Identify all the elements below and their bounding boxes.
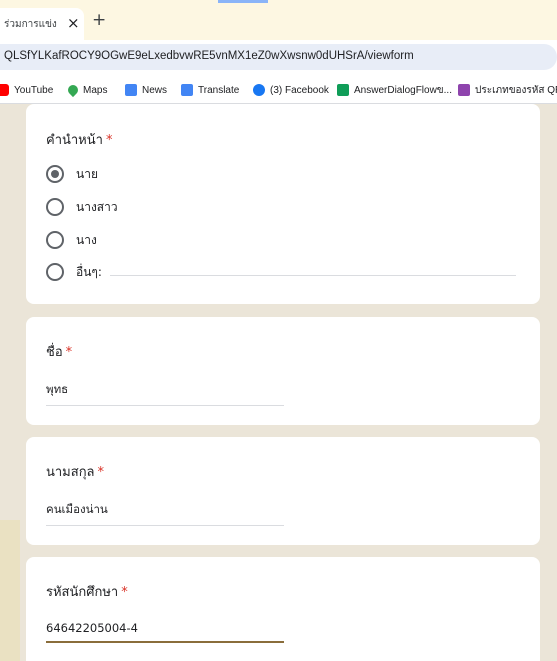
- radio-option-other[interactable]: อื่นๆ:: [46, 262, 102, 282]
- radio-option-mr[interactable]: นาย: [46, 164, 98, 184]
- bookmark-answerdialogflow[interactable]: AnswerDialogFlowข...: [337, 82, 452, 98]
- question-card-student-id: รหัสนักศึกษา * 64642205004-4: [26, 557, 540, 661]
- bookmark-news[interactable]: News: [125, 82, 167, 98]
- required-marker: *: [121, 585, 128, 600]
- student-id-input[interactable]: 64642205004-4: [46, 621, 284, 643]
- bookmark-label: News: [142, 84, 168, 96]
- radio-option-mrs[interactable]: นาง: [46, 230, 97, 250]
- plus-square-icon: [337, 84, 349, 96]
- question-title: คำนำหน้า *: [46, 133, 113, 148]
- left-edge-highlight: [0, 520, 20, 661]
- tab-title: ร่วมการแข่ง: [4, 19, 57, 30]
- question-title: รหัสนักศึกษา *: [46, 585, 128, 600]
- close-tab-icon[interactable]: ×: [67, 14, 80, 32]
- question-card-last-name: นามสกุล * คนเมืองน่าน: [26, 437, 540, 545]
- other-text-input[interactable]: [110, 275, 516, 276]
- radio-checked-icon[interactable]: [46, 165, 64, 183]
- bookmark-label: ประเภทของรหัส QR |: [475, 84, 557, 96]
- tab-strip: ร่วมการแข่ง × +: [0, 0, 557, 40]
- radio-unchecked-icon[interactable]: [46, 231, 64, 249]
- bookmark-youtube[interactable]: YouTube: [0, 82, 53, 98]
- bookmark-label: Translate: [198, 84, 240, 96]
- translate-icon: [181, 84, 193, 96]
- qr-icon: [458, 84, 470, 96]
- url-text: QLSfYLKafROCY9OGwE9eLxedbvwRE5vnMX1eZ0wX…: [4, 50, 414, 62]
- address-bar[interactable]: QLSfYLKafROCY9OGwE9eLxedbvwRE5vnMX1eZ0wX…: [0, 44, 557, 70]
- bookmark-label: AnswerDialogFlowข...: [354, 84, 452, 96]
- question-title: ชื่อ *: [46, 345, 73, 360]
- news-icon: [125, 84, 137, 96]
- required-marker: *: [105, 133, 113, 148]
- required-marker: *: [65, 345, 73, 360]
- radio-option-miss[interactable]: นางสาว: [46, 197, 118, 217]
- radio-label: นางสาว: [76, 199, 118, 214]
- bookmark-translate[interactable]: Translate: [181, 82, 239, 98]
- browser-tab[interactable]: ร่วมการแข่ง ×: [0, 8, 84, 40]
- bookmark-label: YouTube: [14, 84, 54, 96]
- bookmark-label: (3) Facebook: [270, 84, 329, 96]
- radio-label: นาง: [76, 232, 97, 247]
- question-title: นามสกุล *: [46, 465, 105, 480]
- form-page: คำนำหน้า * นาย นางสาว นาง อื่นๆ: ชื่อ * พุ…: [0, 104, 557, 661]
- radio-label: อื่นๆ:: [76, 264, 102, 279]
- last-name-input[interactable]: คนเมืองน่าน: [46, 501, 284, 526]
- new-tab-button[interactable]: +: [92, 10, 106, 30]
- bookmark-qr-types[interactable]: ประเภทของรหัส QR |: [458, 82, 557, 98]
- radio-unchecked-icon[interactable]: [46, 263, 64, 281]
- radio-unchecked-icon[interactable]: [46, 198, 64, 216]
- youtube-icon: [0, 84, 9, 96]
- bookmark-label: Maps: [83, 84, 108, 96]
- bookmarks-bar: YouTube Maps News Translate (3) Facebook…: [0, 74, 557, 104]
- facebook-icon: [253, 84, 265, 96]
- radio-label: นาย: [76, 166, 98, 181]
- question-card-first-name: ชื่อ * พุทธ: [26, 317, 540, 425]
- question-card-prefix: คำนำหน้า * นาย นางสาว นาง อื่นๆ:: [26, 104, 540, 304]
- tab-strip-accent: [218, 0, 268, 3]
- bookmark-facebook[interactable]: (3) Facebook: [253, 82, 329, 98]
- address-bar-row: QLSfYLKafROCY9OGwE9eLxedbvwRE5vnMX1eZ0wX…: [0, 40, 557, 74]
- map-pin-icon: [65, 82, 81, 98]
- required-marker: *: [97, 465, 105, 480]
- bookmark-maps[interactable]: Maps: [65, 82, 108, 98]
- first-name-input[interactable]: พุทธ: [46, 381, 284, 406]
